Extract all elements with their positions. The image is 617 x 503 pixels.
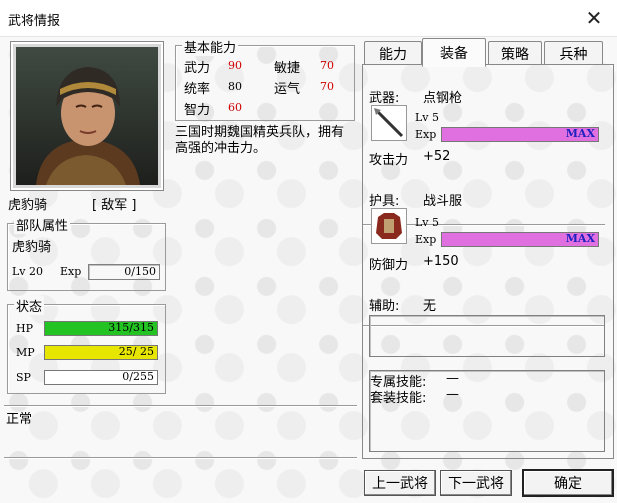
spear-icon <box>374 108 404 138</box>
armor-exp-text: MAX <box>565 232 595 245</box>
stat-label-intellect: 智力 <box>184 103 211 118</box>
defense-value: +150 <box>423 254 459 269</box>
weapon-exp-label: Exp <box>415 128 437 141</box>
mp-value: 25/ 25 <box>118 345 154 358</box>
next-general-label: 下一武将 <box>448 476 504 492</box>
sp-bar: 0/255 <box>44 370 158 385</box>
armor-name: 战斗服 <box>423 194 463 209</box>
weapon-slot[interactable] <box>371 105 407 141</box>
stat-value-luck: 70 <box>320 80 334 93</box>
armor-exp-bar: MAX <box>441 232 599 247</box>
hp-value: 315/315 <box>108 321 154 334</box>
weapon-exp-bar: MAX <box>441 127 599 142</box>
troop-level: Lv 20 <box>12 265 44 278</box>
accessory-slot-area[interactable] <box>369 315 605 357</box>
stat-value-command: 80 <box>228 80 242 93</box>
tab-ability[interactable]: 能力 <box>364 41 422 65</box>
title-bar: 武将情报 ✕ <box>0 0 617 37</box>
stat-value-strength: 90 <box>228 59 242 72</box>
stat-label-agility: 敏捷 <box>274 61 301 76</box>
dialog-body: 虎豹骑 [ 敌军 ] 部队属性 虎豹骑 Lv 20 Exp 0/150 状态 H… <box>0 37 617 503</box>
attack-value: +52 <box>423 149 451 164</box>
stat-label-command: 统率 <box>184 82 211 97</box>
window-title: 武将情报 <box>8 14 61 29</box>
armor-slot-label: 护具: <box>369 194 400 209</box>
attack-label: 攻击力 <box>369 153 409 168</box>
set-skill-label: 套装技能: <box>370 391 427 406</box>
unit-description: 三国时期魏国精英兵队，拥有高强的冲击力。 <box>175 125 345 156</box>
tab-equipment[interactable]: 装备 <box>422 38 486 67</box>
stat-value-agility: 70 <box>320 59 334 72</box>
weapon-slot-label: 武器: <box>369 91 400 106</box>
defense-label: 防御力 <box>369 258 409 273</box>
weapon-name: 点钢枪 <box>423 91 463 106</box>
sp-value: 0/255 <box>122 370 154 383</box>
tab-strategy[interactable]: 策略 <box>488 41 542 65</box>
bottom-divider <box>4 457 357 459</box>
close-button[interactable]: ✕ <box>571 0 617 36</box>
soldier-portrait-icon <box>16 47 158 185</box>
portrait-frame <box>10 41 164 191</box>
set-skill-value: — <box>446 387 459 402</box>
description-area: 三国时期魏国精英兵队，拥有高强的冲击力。 <box>175 125 355 395</box>
exclusive-skill-value: — <box>446 371 459 386</box>
stat-label-strength: 武力 <box>184 61 211 76</box>
hp-label: HP <box>16 322 33 335</box>
next-general-button[interactable]: 下一武将 <box>440 470 512 496</box>
stat-value-intellect: 60 <box>228 101 242 114</box>
armor-level: Lv 5 <box>415 216 440 229</box>
troop-exp-label: Exp <box>60 265 82 278</box>
condition-text: 正常 <box>6 412 33 427</box>
mp-label: MP <box>16 346 35 359</box>
troop-attributes-title: 部队属性 <box>14 215 71 234</box>
armor-exp-label: Exp <box>415 233 437 246</box>
troop-exp-field: 0/150 <box>88 264 160 280</box>
basic-abilities-group: 基本能力 武力 90 敏捷 70 统率 80 运气 70 智力 60 <box>175 37 355 121</box>
troop-exp-value: 0/150 <box>124 265 156 278</box>
status-title: 状态 <box>14 296 45 315</box>
equipment-panel: 武器: 点钢枪 Lv 5 Exp MAX 攻击力 +52 护具: 战斗服 Lv … <box>362 64 614 459</box>
armor-slot[interactable] <box>371 208 407 244</box>
basic-abilities-title: 基本能力 <box>182 37 239 56</box>
faction-label: [ 敌军 ] <box>92 198 137 213</box>
hp-bar: 315/315 <box>44 321 158 336</box>
mp-bar: 25/ 25 <box>44 345 158 360</box>
accessory-slot-label: 辅助: <box>369 299 400 314</box>
weapon-exp-text: MAX <box>565 127 595 140</box>
weapon-level: Lv 5 <box>415 111 440 124</box>
sp-label: SP <box>16 371 31 384</box>
tab-equipment-label: 装备 <box>440 45 468 62</box>
prev-general-label: 上一武将 <box>372 476 428 492</box>
ok-button[interactable]: 确定 <box>522 469 614 497</box>
prev-general-button[interactable]: 上一武将 <box>364 470 436 496</box>
troop-attributes-group: 部队属性 虎豹骑 Lv 20 Exp 0/150 <box>7 215 166 291</box>
close-icon: ✕ <box>585 6 603 30</box>
tab-strategy-label: 策略 <box>501 46 529 63</box>
ok-label: 确定 <box>554 476 582 492</box>
troop-type-name: 虎豹骑 <box>12 240 52 255</box>
status-group: 状态 HP 315/315 MP 25/ 25 SP 0/255 <box>7 296 166 394</box>
tab-ability-label: 能力 <box>379 46 407 63</box>
stat-label-luck: 运气 <box>274 82 301 97</box>
tab-troop-type-label: 兵种 <box>559 46 588 63</box>
skills-area: 专属技能: — 套装技能: — <box>369 370 605 452</box>
condition-divider <box>4 405 357 407</box>
accessory-name: 无 <box>423 299 437 314</box>
unit-name: 虎豹骑 <box>8 198 48 213</box>
tab-troop-type[interactable]: 兵种 <box>544 41 603 65</box>
armor-icon <box>376 213 402 239</box>
